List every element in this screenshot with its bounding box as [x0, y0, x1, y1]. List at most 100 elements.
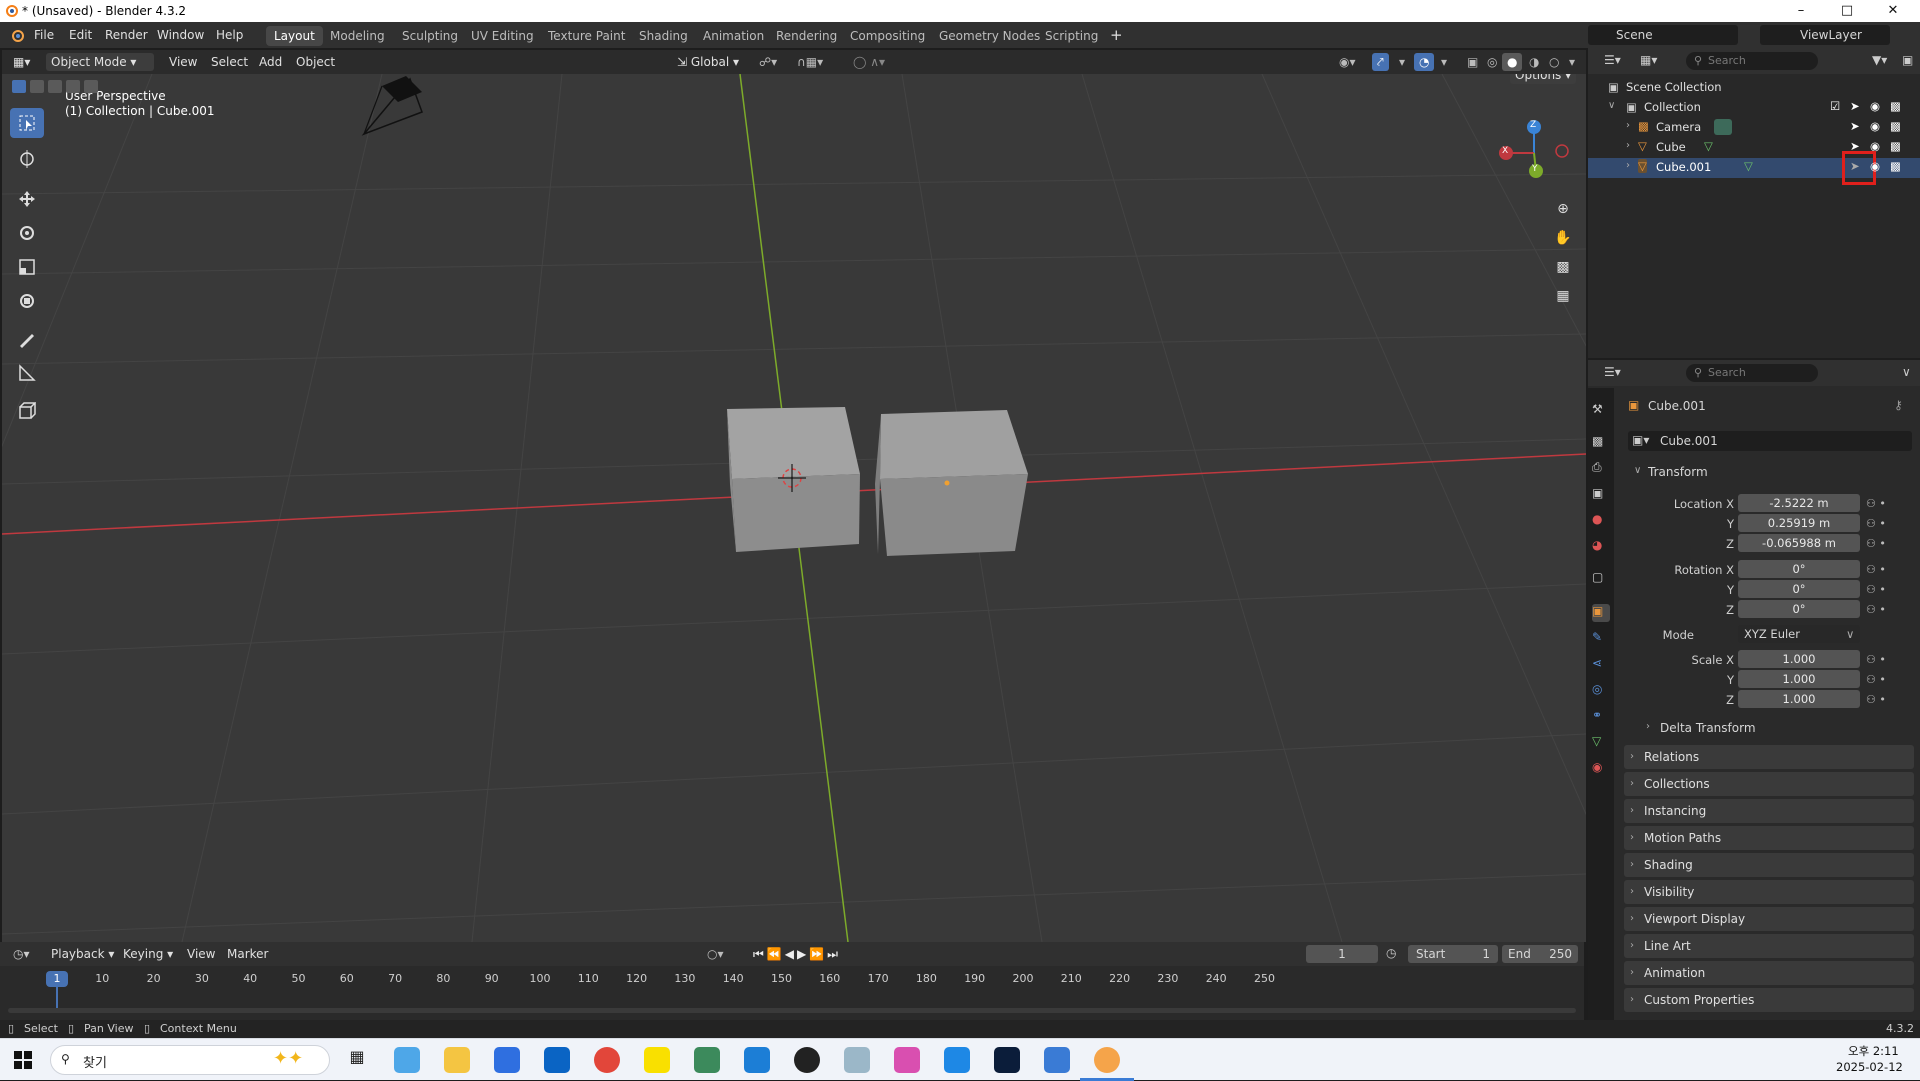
editor-type-icon[interactable]: ▦▾	[8, 53, 35, 71]
chevron-down-icon[interactable]: ∨	[1608, 100, 1615, 111]
scale-x-field[interactable]: 1.000	[1738, 650, 1860, 668]
mesh-data-icon[interactable]: ▽	[1744, 159, 1753, 173]
taskbar-search-input[interactable]: ⚲ 찾기 ✦✦	[50, 1045, 330, 1075]
menu-view[interactable]: View	[164, 53, 202, 71]
exclude-checkbox[interactable]: ☑	[1830, 99, 1840, 113]
end-frame-field[interactable]: End 250	[1502, 945, 1578, 963]
outliner-editor-icon[interactable]: ☰▾	[1604, 53, 1621, 67]
timeline-editor-icon[interactable]: ◷▾	[8, 945, 35, 963]
render-camera-icon[interactable]: ▩	[1890, 139, 1901, 153]
output-tab-icon[interactable]: ⎙	[1592, 460, 1610, 478]
tab-geometry-nodes[interactable]: Geometry Nodes	[931, 26, 1048, 46]
xray-icon[interactable]: ▣	[1462, 53, 1483, 71]
viewport-display-panel[interactable]: › Viewport Display	[1624, 907, 1914, 931]
photoshop-icon[interactable]	[994, 1047, 1020, 1073]
lock-icon[interactable]: ⚇ •	[1866, 494, 1886, 514]
constraints-tab-icon[interactable]: ⚭	[1592, 708, 1610, 726]
motion-paths-panel[interactable]: › Motion Paths	[1624, 826, 1914, 850]
collections-panel[interactable]: › Collections	[1624, 772, 1914, 796]
render-camera-icon[interactable]: ▩	[1890, 159, 1901, 173]
tab-compositing[interactable]: Compositing	[842, 26, 933, 46]
scene-tab-icon[interactable]: ●	[1592, 512, 1610, 530]
properties-search-input[interactable]: ⚲ Search	[1686, 364, 1818, 382]
copilot-app-icon[interactable]	[394, 1047, 420, 1073]
render-camera-icon[interactable]: ▩	[1890, 119, 1901, 133]
tab-sculpting[interactable]: Sculpting	[394, 26, 466, 46]
object-tab-icon[interactable]: ▣	[1592, 604, 1610, 622]
scene-selector[interactable]: Scene	[1588, 25, 1738, 45]
lock-icon[interactable]: ⚇ •	[1866, 560, 1886, 580]
tool-tab-icon[interactable]: ⚒	[1592, 402, 1610, 420]
select-mode-buttons[interactable]	[12, 78, 102, 96]
lock-icon[interactable]: ⚇ •	[1866, 580, 1886, 600]
tab-shading[interactable]: Shading	[631, 26, 696, 46]
shading-panel[interactable]: › Shading	[1624, 853, 1914, 877]
relations-panel[interactable]: › Relations	[1624, 745, 1914, 769]
close-button[interactable]: ✕	[1870, 0, 1916, 22]
rotation-z-field[interactable]: 0°	[1738, 600, 1860, 618]
maximize-button[interactable]: □	[1824, 0, 1870, 22]
zoom-icon[interactable]: ⊕	[1550, 196, 1576, 222]
mesh-data-icon[interactable]: ▽	[1704, 139, 1713, 153]
rotate-tool[interactable]	[10, 218, 44, 248]
store-icon[interactable]	[494, 1047, 520, 1073]
pivot-icon[interactable]: ☍▾	[754, 53, 782, 71]
visibility-icon[interactable]: ◉▾	[1334, 53, 1361, 71]
tab-texture-paint[interactable]: Texture Paint	[540, 26, 633, 46]
calculator-icon[interactable]	[694, 1047, 720, 1073]
minimize-button[interactable]: –	[1778, 0, 1824, 22]
shading-dropdown[interactable]: ▾	[1564, 53, 1580, 71]
lock-icon[interactable]: ⚇ •	[1866, 514, 1886, 534]
chevron-right-icon[interactable]: ›	[1626, 120, 1630, 131]
app-icon[interactable]	[944, 1047, 970, 1073]
gizmo-dropdown[interactable]: ▾	[1394, 53, 1410, 71]
view-layer-tab-icon[interactable]: ▣	[1592, 486, 1610, 504]
rotation-y-field[interactable]: 0°	[1738, 580, 1860, 598]
mode-dropdown[interactable]: Object Mode ▾	[46, 53, 154, 71]
move-tool[interactable]	[10, 184, 44, 214]
tab-modeling[interactable]: Modeling	[322, 26, 393, 46]
location-y-field[interactable]: 0.25919 m	[1738, 514, 1860, 532]
pan-hand-icon[interactable]: ✋	[1550, 225, 1576, 251]
line-art-panel[interactable]: › Line Art	[1624, 934, 1914, 958]
record-icon[interactable]	[794, 1047, 820, 1073]
tab-scripting[interactable]: Scripting	[1037, 26, 1106, 46]
location-z-field[interactable]: -0.065988 m	[1738, 534, 1860, 552]
scale-tool[interactable]	[10, 252, 44, 282]
app-icon[interactable]	[844, 1047, 870, 1073]
proportional-edit-icon[interactable]: ◯ ∧▾	[848, 53, 890, 71]
eye-icon[interactable]: ◉	[1870, 99, 1880, 113]
add-cube-tool[interactable]	[10, 396, 44, 426]
measure-tool[interactable]	[10, 358, 44, 388]
filter-icon[interactable]: ▼▾	[1872, 53, 1887, 67]
menu-keying[interactable]: Keying ▾	[118, 945, 178, 963]
eye-icon[interactable]: ◉	[1870, 119, 1880, 133]
menu-marker[interactable]: Marker	[222, 945, 273, 963]
tab-layout[interactable]: Layout	[266, 26, 323, 46]
app-icon[interactable]	[1044, 1047, 1070, 1073]
visibility-panel[interactable]: › Visibility	[1624, 880, 1914, 904]
vscode-icon[interactable]	[744, 1047, 770, 1073]
lock-icon[interactable]: ⚇ •	[1866, 690, 1886, 710]
eye-icon[interactable]: ◉	[1870, 159, 1880, 173]
instancing-panel[interactable]: › Instancing	[1624, 799, 1914, 823]
orientation-dropdown[interactable]: ⇲ Global ▾	[672, 53, 744, 71]
lock-icon[interactable]: ⚇ •	[1866, 534, 1886, 554]
camera-view-icon[interactable]: ▩	[1550, 254, 1576, 280]
menu-add[interactable]: Add	[254, 53, 287, 71]
lock-icon[interactable]: ⚇ •	[1866, 650, 1886, 670]
render-tab-icon[interactable]: ▩	[1592, 434, 1610, 452]
timeline-scrollbar[interactable]	[8, 1008, 1576, 1013]
ortho-grid-icon[interactable]: ▦	[1550, 283, 1576, 309]
annotate-tool[interactable]	[10, 324, 44, 354]
menu-render[interactable]: Render	[105, 28, 148, 42]
clock-icon[interactable]: ◷	[1386, 946, 1396, 960]
outliner-row-scene-collection[interactable]: ▣ Scene Collection	[1588, 78, 1920, 98]
gizmo-toggle-icon[interactable]: ⤤	[1372, 53, 1389, 71]
start-frame-field[interactable]: Start 1	[1408, 945, 1498, 963]
tab-uv-editing[interactable]: UV Editing	[463, 26, 542, 46]
outliner-row-camera[interactable]: › ▩ Camera ➤ ◉ ▩	[1588, 118, 1920, 138]
data-tab-icon[interactable]: ▽	[1592, 734, 1610, 752]
current-frame-field[interactable]: 1	[1306, 945, 1378, 963]
playback-controls[interactable]: ⏮⏪◀▶⏩⏭	[748, 945, 846, 963]
